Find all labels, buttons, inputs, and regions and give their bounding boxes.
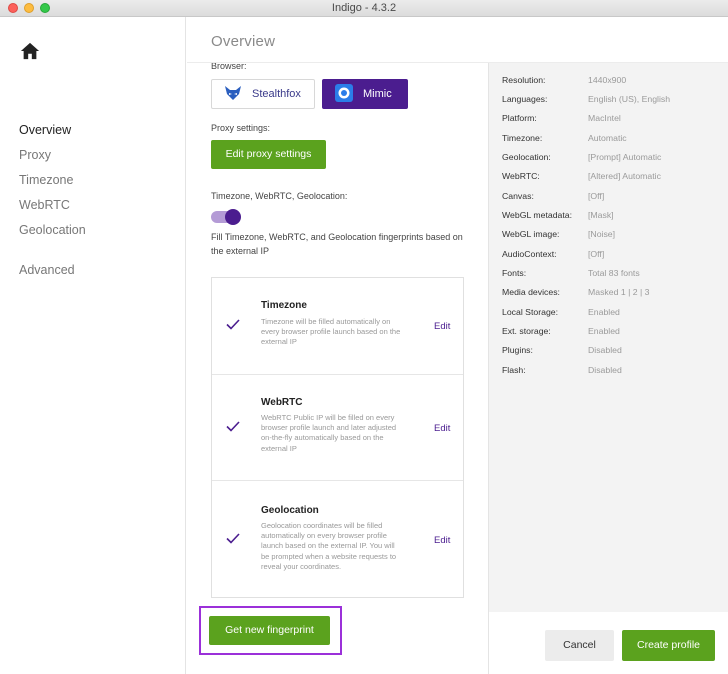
browser-option-stealthfox[interactable]: Stealthfox (211, 79, 315, 109)
browser-option-label: Mimic (363, 88, 392, 100)
home-icon[interactable] (19, 41, 41, 61)
window-titlebar: Indigo - 4.3.2 (0, 0, 728, 17)
cancel-button[interactable]: Cancel (545, 630, 614, 661)
auto-fill-toggle[interactable] (211, 209, 241, 225)
get-new-fingerprint-button[interactable]: Get new fingerprint (209, 616, 330, 645)
browser-label: Browser: (211, 63, 247, 71)
card-title: WebRTC (261, 397, 303, 408)
sidebar-item-proxy[interactable]: Proxy (19, 147, 86, 172)
browser-option-label: Stealthfox (252, 88, 301, 100)
sidebar-item-overview[interactable]: Overview (19, 122, 86, 147)
page-header: Overview (187, 17, 728, 63)
main-form: Browser: Stealthfox Mimic Proxy settings… (187, 63, 488, 674)
card-description: WebRTC Public IP will be filled on every… (261, 413, 397, 453)
card-description: Timezone will be filled automatically on… (261, 317, 401, 347)
edit-timezone-link[interactable]: Edit (434, 321, 450, 332)
card-description: Geolocation coordinates will be filled a… (261, 521, 397, 571)
profile-summary-panel: Resolution: 1440x900 Languages: English (U… (488, 63, 728, 612)
create-profile-button[interactable]: Create profile (622, 630, 715, 661)
proxy-settings-label: Proxy settings: (211, 123, 271, 133)
window-title: Indigo - 4.3.2 (331, 2, 397, 14)
sidebar-item-timezone[interactable]: Timezone (19, 172, 86, 197)
webrtc-card: WebRTC WebRTC Public IP will be filled o… (212, 375, 463, 481)
check-icon (226, 319, 240, 330)
fox-icon (224, 85, 242, 104)
card-title: Geolocation (261, 505, 319, 516)
browser-option-mimic[interactable]: Mimic (322, 79, 408, 109)
card-title: Timezone (261, 300, 307, 311)
edit-geolocation-link[interactable]: Edit (434, 535, 450, 546)
sidebar: Overview Proxy Timezone WebRTC Geolocati… (0, 17, 186, 674)
mimic-icon (335, 83, 353, 105)
auto-fill-cards: Timezone Timezone will be filled automat… (211, 277, 464, 598)
footer-actions: Cancel Create profile (488, 612, 728, 674)
auto-fill-description: Fill Timezone, WebRTC, and Geolocation f… (211, 232, 463, 256)
timezone-card: Timezone Timezone will be filled automat… (212, 278, 463, 375)
geolocation-card: Geolocation Geolocation coordinates will… (212, 481, 463, 597)
sidebar-item-advanced[interactable]: Advanced (19, 262, 86, 287)
sidebar-nav: Overview Proxy Timezone WebRTC Geolocati… (19, 122, 86, 287)
page-title: Overview (211, 33, 276, 50)
check-icon (226, 421, 240, 432)
check-icon (226, 533, 240, 544)
tz-webrtc-geo-label: Timezone, WebRTC, Geolocation: (211, 191, 348, 201)
sidebar-item-geolocation[interactable]: Geolocation (19, 222, 86, 247)
toggle-knob (225, 209, 241, 225)
edit-proxy-settings-button[interactable]: Edit proxy settings (211, 140, 326, 169)
sidebar-item-webrtc[interactable]: WebRTC (19, 197, 86, 222)
edit-webrtc-link[interactable]: Edit (434, 423, 450, 434)
